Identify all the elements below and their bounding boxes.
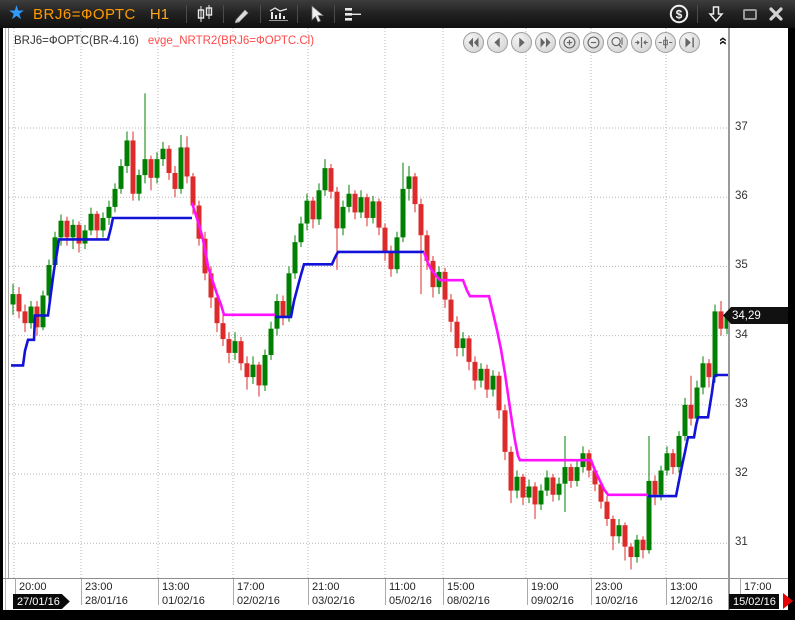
- price-tick-label: 35: [735, 259, 748, 271]
- cursor-mode-icon[interactable]: [303, 2, 329, 26]
- current-price-tag: 34,29: [723, 307, 788, 324]
- time-tick-mark: [591, 579, 592, 605]
- zoom-out-button[interactable]: [583, 32, 604, 53]
- chart-nav-toolbar: [463, 32, 700, 53]
- time-tick-label: 21:00: [312, 581, 340, 593]
- time-tick-mark: [81, 579, 82, 605]
- date-tick-label: 28/01/16: [85, 595, 128, 607]
- separator: [297, 5, 298, 23]
- price-tick-label: 32: [735, 467, 748, 479]
- price-tick-label: 36: [735, 190, 748, 202]
- time-tick-label: 17:00: [237, 581, 265, 593]
- indicator-label: evge_NRTR2(BRJ6=ФОРТС.Cl): [148, 35, 314, 47]
- time-tick-label: 13:00: [670, 581, 698, 593]
- frame-edge: [5, 28, 6, 610]
- time-tick-label: 23:00: [595, 581, 623, 593]
- price-tick-label: 33: [735, 398, 748, 410]
- time-tick-mark: [308, 579, 309, 605]
- time-axis-separator: [3, 578, 788, 579]
- date-tick-label: 10/02/16: [595, 595, 638, 607]
- time-tick-mark: [233, 579, 234, 605]
- time-tick-label: 11:00: [389, 581, 416, 593]
- price-tick-label: 31: [735, 536, 748, 548]
- price-tick-label: 34: [735, 329, 748, 341]
- date-tick-label: 01/02/16: [162, 595, 205, 607]
- currency-icon[interactable]: $: [666, 2, 692, 26]
- last-date-arrow: [783, 593, 793, 609]
- chart-header-labels: BRJ6=ФОРТС(BR-4.16) evge_NRTR2(BRJ6=ФОРТ…: [14, 35, 314, 47]
- separator: [334, 5, 335, 23]
- price-tick-label: 37: [735, 121, 748, 133]
- separator: [697, 5, 698, 23]
- date-tick-label-boxed: 15/02/16: [729, 594, 779, 609]
- time-tick-mark: [443, 579, 444, 605]
- window-symbol-label: BRJ6=ФОРТС: [33, 6, 136, 23]
- scroll-left-button[interactable]: [487, 32, 508, 53]
- draw-pencil-icon[interactable]: [229, 2, 255, 26]
- timeframe-label: H1: [150, 6, 169, 23]
- download-arrow-icon[interactable]: [703, 2, 729, 26]
- separator: [260, 5, 261, 23]
- date-tick-label: 02/02/16: [237, 595, 280, 607]
- fit-vertical-button[interactable]: [655, 32, 676, 53]
- time-tick-label: 15:00: [447, 581, 475, 593]
- minimize-icon[interactable]: [737, 2, 763, 26]
- candlestick-plot: [9, 28, 729, 578]
- svg-text:$: $: [676, 8, 683, 22]
- chart-window: ★ BRJ6=ФОРТС H1: [0, 0, 795, 620]
- collapse-toolbar-icon[interactable]: «: [713, 33, 733, 49]
- time-tick-mark: [385, 579, 386, 605]
- time-tick-mark: [158, 579, 159, 605]
- time-tick-label: 23:00: [85, 581, 113, 593]
- date-tick-label: 05/02/16: [389, 595, 432, 607]
- date-tick-label: 09/02/16: [531, 595, 574, 607]
- time-tick-label: 19:00: [531, 581, 559, 593]
- indicator-icon[interactable]: [266, 2, 292, 26]
- title-bar: ★ BRJ6=ФОРТС H1: [0, 0, 795, 28]
- plot-area[interactable]: [8, 28, 729, 578]
- chart-type-candles-icon[interactable]: [192, 2, 218, 26]
- time-tick-mark: [527, 579, 528, 605]
- instrument-label: BRJ6=ФОРТС(BR-4.16): [14, 35, 139, 47]
- favorite-star-icon[interactable]: ★: [8, 0, 25, 28]
- time-tick-label: 20:00: [19, 581, 47, 593]
- date-tick-label: 03/02/16: [312, 595, 355, 607]
- compress-bars-button[interactable]: [631, 32, 652, 53]
- chart-body: BRJ6=ФОРТС(BR-4.16) evge_NRTR2(BRJ6=ФОРТ…: [3, 28, 788, 610]
- go-to-end-button[interactable]: [679, 32, 700, 53]
- scroll-fast-left-button[interactable]: [463, 32, 484, 53]
- scroll-right-button[interactable]: [511, 32, 532, 53]
- separator: [223, 5, 224, 23]
- zoom-area-button[interactable]: [607, 32, 628, 53]
- time-tick-label: 17:00: [744, 581, 772, 593]
- time-tick-mark: [666, 579, 667, 605]
- separator: [186, 5, 187, 23]
- zoom-in-button[interactable]: [559, 32, 580, 53]
- time-tick-label: 13:00: [162, 581, 190, 593]
- close-icon[interactable]: [763, 2, 789, 26]
- date-tick-label: 12/02/16: [670, 595, 713, 607]
- levels-icon[interactable]: [340, 2, 366, 26]
- date-tick-label-boxed: 27/01/16: [13, 594, 70, 609]
- date-tick-label: 08/02/16: [447, 595, 490, 607]
- scroll-fast-right-button[interactable]: [535, 32, 556, 53]
